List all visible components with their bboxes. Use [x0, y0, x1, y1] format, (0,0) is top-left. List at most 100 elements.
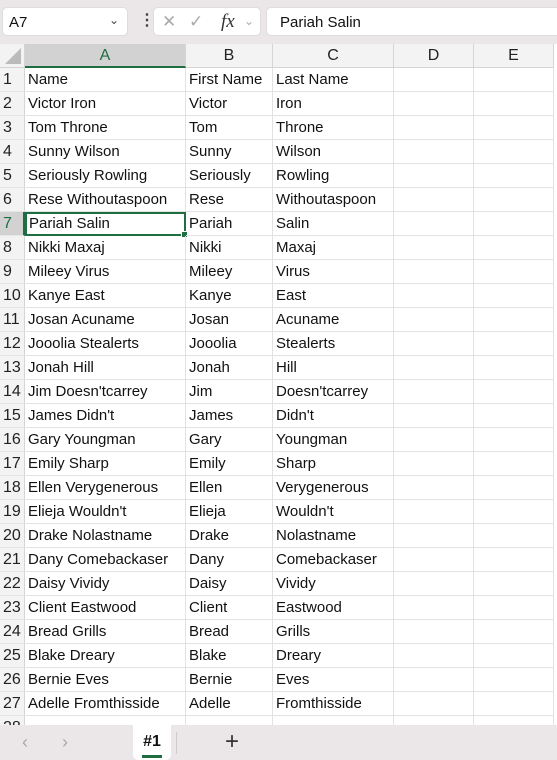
cell-e27[interactable] [474, 692, 554, 716]
row-header[interactable]: 27 [0, 692, 25, 716]
cell-c9[interactable]: Virus [273, 260, 394, 284]
cell-b23[interactable]: Client [186, 596, 273, 620]
cell-c12[interactable]: Stealerts [273, 332, 394, 356]
cell-e11[interactable] [474, 308, 554, 332]
cell-c2[interactable]: Iron [273, 92, 394, 116]
cell-d6[interactable] [394, 188, 474, 212]
cell-e22[interactable] [474, 572, 554, 596]
chevron-down-icon[interactable]: ⌄ [109, 13, 119, 27]
cell-e9[interactable] [474, 260, 554, 284]
cell-b25[interactable]: Blake [186, 644, 273, 668]
cell-d8[interactable] [394, 236, 474, 260]
cell-c20[interactable]: Nolastname [273, 524, 394, 548]
cell-d22[interactable] [394, 572, 474, 596]
cell-e26[interactable] [474, 668, 554, 692]
cell-e8[interactable] [474, 236, 554, 260]
cell-e14[interactable] [474, 380, 554, 404]
cell-e7[interactable] [474, 212, 554, 236]
cell-b1[interactable]: First Name [186, 68, 273, 92]
column-header-a[interactable]: A [25, 44, 186, 68]
row-header[interactable]: 1 [0, 68, 25, 92]
cell-e10[interactable] [474, 284, 554, 308]
cell-a18[interactable]: Ellen Verygenerous [25, 476, 186, 500]
cell-b22[interactable]: Daisy [186, 572, 273, 596]
sheet-tab[interactable]: #1 [133, 725, 171, 760]
cell-d19[interactable] [394, 500, 474, 524]
cell-d18[interactable] [394, 476, 474, 500]
add-sheet-icon[interactable]: + [225, 728, 239, 756]
cell-e15[interactable] [474, 404, 554, 428]
cell-e21[interactable] [474, 548, 554, 572]
cell-d11[interactable] [394, 308, 474, 332]
cell-c27[interactable]: Fromthisside [273, 692, 394, 716]
cell-b5[interactable]: Seriously [186, 164, 273, 188]
cell-a5[interactable]: Seriously Rowling [25, 164, 186, 188]
row-header[interactable]: 14 [0, 380, 25, 404]
row-header[interactable]: 2 [0, 92, 25, 116]
cell-d21[interactable] [394, 548, 474, 572]
cell-a12[interactable]: Jooolia Stealerts [25, 332, 186, 356]
cell-b17[interactable]: Emily [186, 452, 273, 476]
cell-a7[interactable]: Pariah Salin [25, 212, 188, 238]
row-header[interactable]: 22 [0, 572, 25, 596]
cell-a1[interactable]: Name [25, 68, 186, 92]
cell-a2[interactable]: Victor Iron [25, 92, 186, 116]
cell-a6[interactable]: Rese Withoutaspoon [25, 188, 186, 212]
cell-a8[interactable]: Nikki Maxaj [25, 236, 186, 260]
row-header[interactable]: 8 [0, 236, 25, 260]
column-header-c[interactable]: C [273, 44, 394, 68]
cell-d27[interactable] [394, 692, 474, 716]
cell-b12[interactable]: Jooolia [186, 332, 273, 356]
cell-d9[interactable] [394, 260, 474, 284]
cell-a10[interactable]: Kanye East [25, 284, 186, 308]
cell-a25[interactable]: Blake Dreary [25, 644, 186, 668]
cell-b13[interactable]: Jonah [186, 356, 273, 380]
cell-d23[interactable] [394, 596, 474, 620]
cell-c25[interactable]: Dreary [273, 644, 394, 668]
cell-c11[interactable]: Acuname [273, 308, 394, 332]
chevron-right-icon[interactable]: › [62, 732, 68, 753]
column-header-d[interactable]: D [394, 44, 474, 68]
row-header[interactable]: 6 [0, 188, 25, 212]
cell-b6[interactable]: Rese [186, 188, 273, 212]
cell-e12[interactable] [474, 332, 554, 356]
cell-d12[interactable] [394, 332, 474, 356]
row-header[interactable]: 19 [0, 500, 25, 524]
cell-b20[interactable]: Drake [186, 524, 273, 548]
row-header[interactable]: 21 [0, 548, 25, 572]
row-header[interactable]: 11 [0, 308, 25, 332]
cell-d15[interactable] [394, 404, 474, 428]
cell-c5[interactable]: Rowling [273, 164, 394, 188]
cell-d13[interactable] [394, 356, 474, 380]
row-header[interactable]: 17 [0, 452, 25, 476]
cell-d14[interactable] [394, 380, 474, 404]
cell-c3[interactable]: Throne [273, 116, 394, 140]
cell-e4[interactable] [474, 140, 554, 164]
cell-d7[interactable] [394, 212, 474, 236]
cell-a14[interactable]: Jim Doesn'tcarrey [25, 380, 186, 404]
row-header[interactable]: 26 [0, 668, 25, 692]
cell-c13[interactable]: Hill [273, 356, 394, 380]
cell-a19[interactable]: Elieja Wouldn't [25, 500, 186, 524]
cell-e23[interactable] [474, 596, 554, 620]
cell-b21[interactable]: Dany [186, 548, 273, 572]
cell-a16[interactable]: Gary Youngman [25, 428, 186, 452]
cell-c23[interactable]: Eastwood [273, 596, 394, 620]
cell-e16[interactable] [474, 428, 554, 452]
cell-a15[interactable]: James Didn't [25, 404, 186, 428]
cell-b19[interactable]: Elieja [186, 500, 273, 524]
select-all-button[interactable] [0, 44, 25, 68]
cell-d5[interactable] [394, 164, 474, 188]
cell-e13[interactable] [474, 356, 554, 380]
cell-c8[interactable]: Maxaj [273, 236, 394, 260]
row-header[interactable]: 20 [0, 524, 25, 548]
cell-e25[interactable] [474, 644, 554, 668]
cell-b8[interactable]: Nikki [186, 236, 273, 260]
cell-b24[interactable]: Bread [186, 620, 273, 644]
cell-d26[interactable] [394, 668, 474, 692]
cancel-icon[interactable]: ✕ [162, 12, 176, 32]
cell-c18[interactable]: Verygenerous [273, 476, 394, 500]
cell-d24[interactable] [394, 620, 474, 644]
row-header[interactable]: 5 [0, 164, 25, 188]
cell-c19[interactable]: Wouldn't [273, 500, 394, 524]
